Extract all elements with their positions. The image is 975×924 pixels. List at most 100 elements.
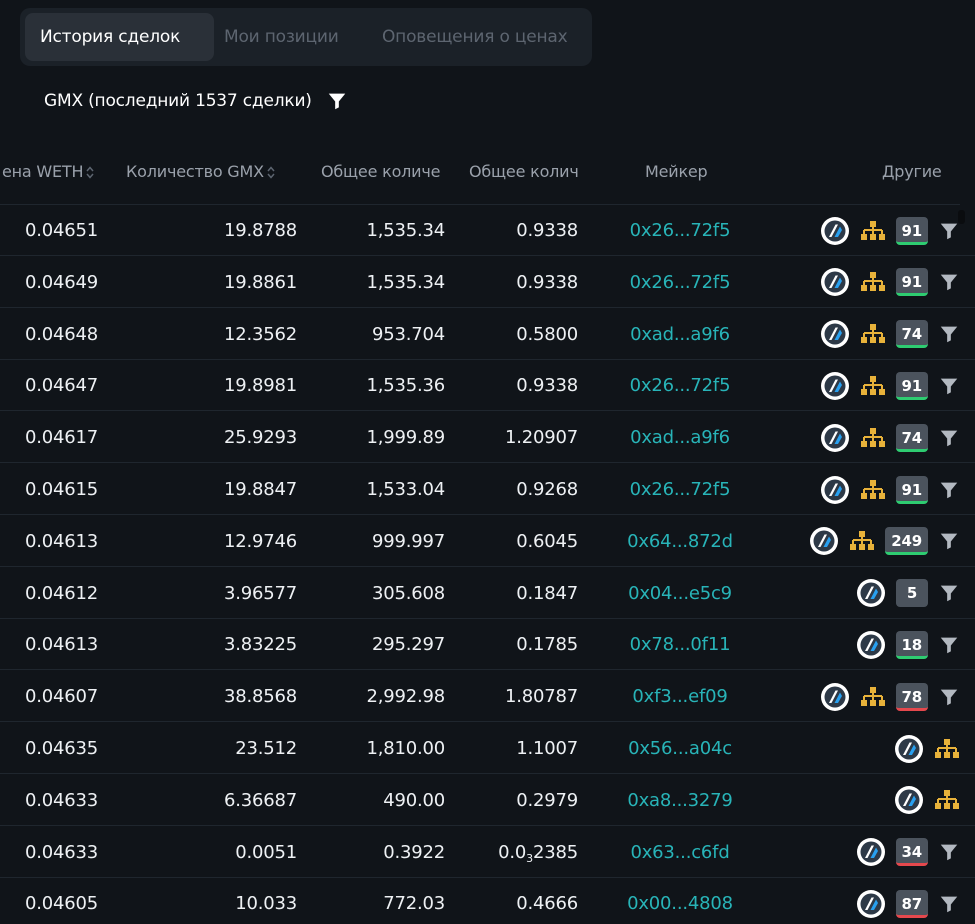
tab-bar: История сделок Мои позиции Оповещения о … [20,8,592,66]
hierarchy-icon[interactable] [860,271,886,293]
trade-count-badge[interactable]: 74 [895,320,928,349]
maker-link[interactable]: 0xa8...3279 [600,775,760,826]
trade-count-badge[interactable]: 91 [895,475,928,504]
total-cell-1: 953.704 [371,323,445,345]
funnel-icon[interactable] [326,90,348,112]
hierarchy-icon[interactable] [849,530,875,552]
quantity-cell: 25.9293 [223,427,297,449]
total-cell-2: 1.80787 [504,686,578,708]
maker-link[interactable]: 0x56...a04c [600,723,760,774]
hierarchy-icon[interactable] [860,479,886,501]
other-actions: 91 [760,205,960,256]
funnel-icon[interactable] [938,686,960,708]
arbitrum-icon[interactable] [894,785,924,815]
arbitrum-icon[interactable] [820,682,850,712]
column-total-2[interactable]: Общее колич [469,150,585,194]
arbitrum-icon[interactable] [820,371,850,401]
funnel-icon[interactable] [938,634,960,656]
table-row[interactable]: 0.04615 19.8847 1,533.04 0.9268 0x26...7… [0,464,975,515]
arbitrum-icon[interactable] [820,216,850,246]
funnel-icon[interactable] [938,582,960,604]
funnel-icon[interactable] [938,323,960,345]
maker-link[interactable]: 0xad...a9f6 [600,412,760,463]
other-actions: 91 [760,464,960,515]
hierarchy-icon[interactable] [934,738,960,760]
column-maker[interactable]: Мейкер [645,150,725,194]
table-row[interactable]: 0.04613 3.83225 295.297 0.1785 0x78...0f… [0,619,975,671]
maker-link[interactable]: 0x26...72f5 [600,360,760,411]
pair-title: GMX (последний 1537 сделки) [44,91,312,111]
trade-count-badge[interactable]: 91 [895,268,928,297]
trade-count-badge[interactable]: 74 [895,423,928,452]
maker-link[interactable]: 0xad...a9f6 [600,309,760,360]
other-actions: 78 [760,671,960,722]
table-row[interactable]: 0.04648 12.3562 953.704 0.5800 0xad...a9… [0,309,975,360]
table-row[interactable]: 0.04607 38.8568 2,992.98 1.80787 0xf3...… [0,671,975,723]
hierarchy-icon[interactable] [860,323,886,345]
maker-link[interactable]: 0x63...c6fd [600,827,760,878]
table-row[interactable]: 0.04617 25.9293 1,999.89 1.20907 0xad...… [0,412,975,464]
arbitrum-icon[interactable] [856,578,886,608]
trade-count-badge[interactable]: 34 [895,838,928,867]
tab-my-positions[interactable]: Мои позиции [224,13,339,61]
table-row[interactable]: 0.04647 19.8981 1,535.36 0.9338 0x26...7… [0,360,975,412]
hierarchy-icon[interactable] [860,375,886,397]
funnel-icon[interactable] [938,841,960,863]
scrollbar-thumb[interactable] [958,210,965,224]
hierarchy-icon[interactable] [860,220,886,242]
trade-count-badge[interactable]: 91 [895,371,928,400]
hierarchy-icon[interactable] [860,686,886,708]
table-row[interactable]: 0.04649 19.8861 1,535.34 0.9338 0x26...7… [0,257,975,308]
table-row[interactable]: 0.04613 12.9746 999.997 0.6045 0x64...87… [0,516,975,567]
trade-count-badge[interactable]: 78 [895,682,928,711]
maker-link[interactable]: 0x78...0f11 [600,619,760,670]
maker-link[interactable]: 0x64...872d [600,516,760,567]
arbitrum-icon[interactable] [820,423,850,453]
funnel-icon[interactable] [938,375,960,397]
funnel-icon[interactable] [938,530,960,552]
other-actions: 87 [760,878,960,924]
table-row[interactable]: 0.04633 6.36687 490.00 0.2979 0xa8...327… [0,775,975,826]
other-actions [760,775,960,826]
total-cell-2: 0.5800 [516,323,578,345]
table-row[interactable]: 0.04635 23.512 1,810.00 1.1007 0x56...a0… [0,723,975,774]
maker-link[interactable]: 0x26...72f5 [600,464,760,515]
total-cell-1: 1,810.00 [366,738,445,759]
table-row[interactable]: 0.04651 19.8788 1,535.34 0.9338 0x26...7… [0,205,975,256]
table-row[interactable]: 0.04612 3.96577 305.608 0.1847 0x04...e5… [0,568,975,619]
maker-link[interactable]: 0x04...e5c9 [600,568,760,619]
trade-count-badge[interactable]: 91 [895,216,928,245]
maker-link[interactable]: 0x00...4808 [600,878,760,924]
table-row[interactable]: 0.04605 10.033 772.03 0.4666 0x00...4808… [0,878,975,924]
column-total-1[interactable]: Общее количе [321,150,453,194]
column-other[interactable]: Другие [882,150,952,194]
trade-count-badge[interactable]: 249 [885,527,928,556]
arbitrum-icon[interactable] [856,837,886,867]
arbitrum-icon[interactable] [856,889,886,919]
maker-link[interactable]: 0x26...72f5 [600,205,760,256]
arbitrum-icon[interactable] [856,630,886,660]
trade-count-badge[interactable]: 5 [896,579,928,608]
table-row[interactable]: 0.04633 0.0051 0.3922 0.032385 0x63...c6… [0,827,975,878]
arbitrum-icon[interactable] [820,267,850,297]
arbitrum-icon[interactable] [820,319,850,349]
funnel-icon[interactable] [938,271,960,293]
column-price-weth[interactable]: ена WETH [2,150,106,194]
trade-count-badge[interactable]: 18 [895,630,928,659]
trade-count-badge[interactable]: 87 [895,889,928,918]
tab-trade-history[interactable]: История сделок [25,13,214,61]
funnel-icon[interactable] [938,220,960,242]
hierarchy-icon[interactable] [860,427,886,449]
other-actions [760,723,960,774]
funnel-icon[interactable] [938,893,960,915]
funnel-icon[interactable] [938,479,960,501]
hierarchy-icon[interactable] [934,789,960,811]
maker-link[interactable]: 0x26...72f5 [600,257,760,308]
maker-link[interactable]: 0xf3...ef09 [600,671,760,722]
tab-price-alerts[interactable]: Оповещения о ценах [382,13,568,61]
funnel-icon[interactable] [938,427,960,449]
column-quantity-gmx[interactable]: Количество GMX [126,150,302,194]
arbitrum-icon[interactable] [894,734,924,764]
arbitrum-icon[interactable] [809,526,839,556]
arbitrum-icon[interactable] [820,475,850,505]
